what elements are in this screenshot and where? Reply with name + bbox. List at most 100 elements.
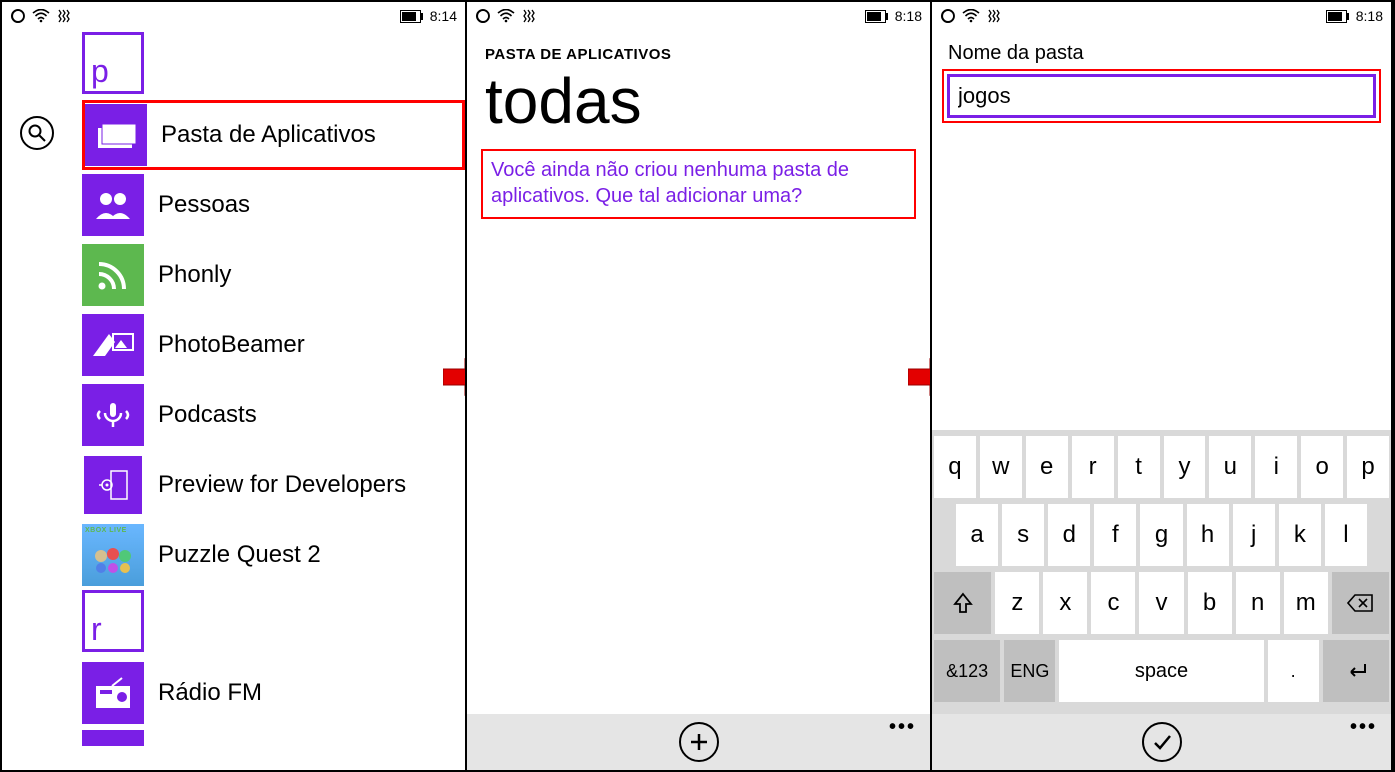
wifi-icon	[962, 9, 980, 23]
key-a[interactable]: a	[956, 504, 998, 566]
status-bar: 8:18	[932, 2, 1391, 28]
clock-time: 8:18	[895, 8, 922, 24]
puzzlequest-icon: XBOX LIVE	[82, 524, 144, 586]
status-bar: 8:18	[467, 2, 930, 28]
app-item-pfd[interactable]: Preview for Developers	[82, 450, 465, 520]
more-button[interactable]: •••	[1350, 722, 1377, 732]
radio-icon	[82, 662, 144, 724]
key-w[interactable]: w	[980, 436, 1022, 498]
key-f[interactable]: f	[1094, 504, 1136, 566]
key-o[interactable]: o	[1301, 436, 1343, 498]
key-j[interactable]: j	[1233, 504, 1275, 566]
key-l[interactable]: l	[1325, 504, 1367, 566]
app-bar: •••	[467, 714, 930, 770]
key-s[interactable]: s	[1002, 504, 1044, 566]
key-u[interactable]: u	[1209, 436, 1251, 498]
page-title: todas	[467, 69, 930, 133]
key-r[interactable]: r	[1072, 436, 1114, 498]
folder-icon	[85, 104, 147, 166]
keyboard: q w e r t y u i o p a s d f g h j k l z	[932, 430, 1391, 714]
app-label: Podcasts	[158, 401, 257, 429]
kb-row-1: q w e r t y u i o p	[934, 436, 1389, 498]
app-label: Preview for Developers	[158, 471, 406, 499]
battery-icon	[865, 10, 889, 23]
battery-icon	[1326, 10, 1350, 23]
shift-icon	[953, 592, 973, 614]
key-d[interactable]: d	[1048, 504, 1090, 566]
vibrate-icon	[986, 8, 1002, 24]
letter-header-r[interactable]: r	[82, 590, 144, 652]
phone-icon	[475, 8, 491, 24]
app-label: Pasta de Aplicativos	[161, 121, 376, 149]
key-g[interactable]: g	[1140, 504, 1182, 566]
app-label: Puzzle Quest 2	[158, 541, 321, 569]
key-t[interactable]: t	[1118, 436, 1160, 498]
field-highlight	[942, 69, 1381, 123]
key-enter[interactable]	[1323, 640, 1389, 702]
kb-row-4: &123 ENG space .	[934, 640, 1389, 702]
app-list[interactable]: p Pasta de Aplicativos Pessoas Phonly Ph…	[82, 32, 465, 770]
app-bar: •••	[932, 714, 1391, 770]
app-item-pessoas[interactable]: Pessoas	[82, 170, 465, 240]
enter-icon	[1344, 662, 1368, 680]
app-label: PhotoBeamer	[158, 331, 305, 359]
pfd-icon	[82, 454, 144, 516]
key-symbols[interactable]: &123	[934, 640, 1000, 702]
app-item-partial[interactable]	[82, 728, 465, 748]
key-language[interactable]: ENG	[1004, 640, 1055, 702]
key-shift[interactable]	[934, 572, 991, 634]
key-n[interactable]: n	[1236, 572, 1280, 634]
phone-icon	[940, 8, 956, 24]
app-item-radio[interactable]: Rádio FM	[82, 658, 465, 728]
arrow-icon	[908, 357, 932, 397]
field-label: Nome da pasta	[932, 28, 1391, 69]
battery-icon	[400, 10, 424, 23]
partial-tile	[82, 730, 144, 746]
app-item-phonly[interactable]: Phonly	[82, 240, 465, 310]
more-button[interactable]: •••	[889, 722, 916, 732]
panel-name-folder: 8:18 Nome da pasta q w e r t y u i o p a…	[932, 2, 1393, 770]
app-item-puzzlequest[interactable]: XBOX LIVE Puzzle Quest 2	[82, 520, 465, 590]
key-v[interactable]: v	[1139, 572, 1183, 634]
key-k[interactable]: k	[1279, 504, 1321, 566]
check-icon	[1151, 731, 1173, 753]
key-z[interactable]: z	[995, 572, 1039, 634]
app-item-photobeamer[interactable]: PhotoBeamer	[82, 310, 465, 380]
app-item-podcasts[interactable]: Podcasts	[82, 380, 465, 450]
app-item-pasta[interactable]: Pasta de Aplicativos	[82, 100, 465, 170]
plus-icon	[689, 732, 709, 752]
key-e[interactable]: e	[1026, 436, 1068, 498]
key-period[interactable]: .	[1268, 640, 1319, 702]
vibrate-icon	[521, 8, 537, 24]
key-space[interactable]: space	[1059, 640, 1263, 702]
rss-icon	[82, 244, 144, 306]
key-y[interactable]: y	[1164, 436, 1206, 498]
clock-time: 8:14	[430, 8, 457, 24]
kb-row-2: a s d f g h j k l	[934, 504, 1389, 566]
key-p[interactable]: p	[1347, 436, 1389, 498]
add-button[interactable]	[679, 722, 719, 762]
photobeamer-icon	[82, 314, 144, 376]
search-button[interactable]	[20, 116, 54, 150]
people-icon	[82, 174, 144, 236]
status-bar: 8:14	[2, 2, 465, 28]
app-label: Pessoas	[158, 191, 250, 219]
letter-header-p[interactable]: p	[82, 32, 144, 94]
key-backspace[interactable]	[1332, 572, 1389, 634]
key-m[interactable]: m	[1284, 572, 1328, 634]
backspace-icon	[1347, 594, 1373, 612]
key-x[interactable]: x	[1043, 572, 1087, 634]
key-c[interactable]: c	[1091, 572, 1135, 634]
search-icon	[28, 124, 46, 142]
key-b[interactable]: b	[1188, 572, 1232, 634]
folder-name-input[interactable]	[947, 74, 1376, 118]
clock-time: 8:18	[1356, 8, 1383, 24]
key-q[interactable]: q	[934, 436, 976, 498]
phone-icon	[10, 8, 26, 24]
key-h[interactable]: h	[1187, 504, 1229, 566]
empty-message-link[interactable]: Você ainda não criou nenhuma pasta de ap…	[481, 149, 916, 219]
confirm-button[interactable]	[1142, 722, 1182, 762]
podcast-icon	[82, 384, 144, 446]
key-i[interactable]: i	[1255, 436, 1297, 498]
app-label: Phonly	[158, 261, 231, 289]
